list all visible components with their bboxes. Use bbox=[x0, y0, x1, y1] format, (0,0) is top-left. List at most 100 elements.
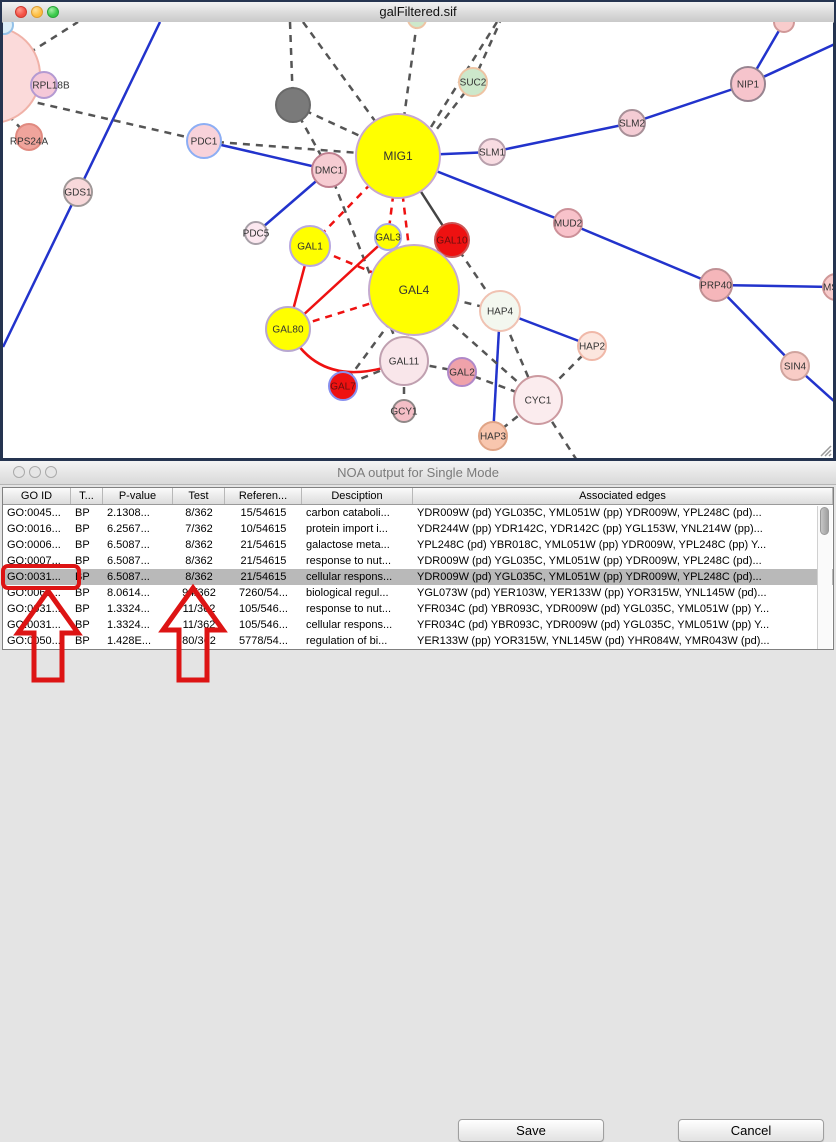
network-node-sin4[interactable] bbox=[781, 352, 809, 380]
network-node-gal11[interactable] bbox=[380, 337, 428, 385]
table-cell: YER133W (pp) YOR315W, YNL145W (pd) YHR08… bbox=[413, 633, 833, 649]
network-node-hap4[interactable] bbox=[480, 291, 520, 331]
table-row[interactable]: GO:0031...BP6.5087...8/36221/54615cellul… bbox=[3, 569, 833, 585]
table-cell: BP bbox=[71, 585, 103, 601]
scrollbar-thumb[interactable] bbox=[820, 507, 829, 535]
network-node-nip1[interactable] bbox=[731, 67, 765, 101]
table-cell: 8/362 bbox=[173, 569, 225, 585]
network-node[interactable] bbox=[276, 88, 310, 122]
table-cell: GO:0045... bbox=[3, 505, 71, 521]
table-cell: BP bbox=[71, 617, 103, 633]
table-cell: 6.5087... bbox=[103, 537, 173, 553]
table-cell: regulation of bi... bbox=[302, 633, 413, 649]
table-cell: GO:0031... bbox=[3, 601, 71, 617]
network-node-gal1[interactable] bbox=[290, 226, 330, 266]
table-cell: biological regul... bbox=[302, 585, 413, 601]
table-row[interactable]: GO:0006...BP6.5087...8/36221/54615galact… bbox=[3, 537, 833, 553]
network-edge-dash bbox=[25, 100, 204, 141]
table-cell: 15/54615 bbox=[225, 505, 302, 521]
table-row[interactable]: GO:0016...BP6.2567...7/36210/54615protei… bbox=[3, 521, 833, 537]
noa-window-titlebar: NOA output for Single Mode bbox=[0, 461, 836, 485]
network-node-hap3[interactable] bbox=[479, 422, 507, 450]
network-edge-dash bbox=[303, 22, 383, 132]
table-cell: 105/546... bbox=[225, 617, 302, 633]
network-node-gal10[interactable] bbox=[435, 223, 469, 257]
column-header-go-id[interactable]: GO ID bbox=[3, 488, 71, 504]
table-cell: GO:0031... bbox=[3, 569, 71, 585]
table-row[interactable]: GO:0031...BP1.3324...11/362105/546...cel… bbox=[3, 617, 833, 633]
network-edge-blue bbox=[492, 123, 632, 152]
network-node-mud2[interactable] bbox=[554, 209, 582, 237]
table-row[interactable]: GO:0045...BP2.1308...8/36215/54615carbon… bbox=[3, 505, 833, 521]
network-node[interactable] bbox=[408, 22, 426, 28]
table-cell: GO:0031... bbox=[3, 617, 71, 633]
table-cell: YGL073W (pd) YER103W, YER133W (pp) YOR31… bbox=[413, 585, 833, 601]
network-node-prp40[interactable] bbox=[700, 269, 732, 301]
network-node-cyc1[interactable] bbox=[514, 376, 562, 424]
table-cell: 8/362 bbox=[173, 537, 225, 553]
table-cell: 1.3324... bbox=[103, 617, 173, 633]
table-row[interactable]: GO:0007...BP6.5087...8/36221/54615respon… bbox=[3, 553, 833, 569]
network-node-gds1[interactable] bbox=[64, 178, 92, 206]
network-node-gal2[interactable] bbox=[448, 358, 476, 386]
column-header-referen-[interactable]: Referen... bbox=[225, 488, 302, 504]
column-header-test[interactable]: Test bbox=[173, 488, 225, 504]
save-button[interactable]: Save bbox=[458, 1119, 604, 1142]
network-node-msl1[interactable] bbox=[823, 274, 833, 300]
network-node-pdc1[interactable] bbox=[187, 124, 221, 158]
table-row[interactable]: GO:0050...BP1.428E...80/3625778/54...reg… bbox=[3, 633, 833, 649]
network-node-dmc1[interactable] bbox=[312, 153, 346, 187]
table-cell: BP bbox=[71, 601, 103, 617]
table-cell: response to nut... bbox=[302, 601, 413, 617]
screen: { "top_window": { "title": "galFiltered.… bbox=[0, 0, 836, 704]
table-cell: cellular respons... bbox=[302, 617, 413, 633]
vertical-scrollbar[interactable] bbox=[817, 506, 832, 650]
network-node-mig1[interactable] bbox=[356, 114, 440, 198]
column-header-associated-edges[interactable]: Associated edges bbox=[413, 488, 833, 504]
table-cell: GO:0050... bbox=[3, 633, 71, 649]
table-row[interactable]: GO:0031...BP1.3324...11/362105/546...res… bbox=[3, 601, 833, 617]
column-header-desciption[interactable]: Desciption bbox=[302, 488, 413, 504]
resize-grip-icon[interactable] bbox=[821, 446, 831, 456]
table-cell: YPL248C (pd) YBR018C, YML051W (pp) YDR00… bbox=[413, 537, 833, 553]
table-cell: 94/362 bbox=[173, 585, 225, 601]
network-node[interactable] bbox=[774, 22, 794, 32]
table-cell: response to nut... bbox=[302, 553, 413, 569]
noa-results-table: GO IDT...P-valueTestReferen...Desciption… bbox=[2, 487, 834, 650]
cancel-button[interactable]: Cancel bbox=[678, 1119, 824, 1142]
table-cell: 10/54615 bbox=[225, 521, 302, 537]
network-node-hap2[interactable] bbox=[578, 332, 606, 360]
column-header-p-value[interactable]: P-value bbox=[103, 488, 173, 504]
table-cell: GO:0016... bbox=[3, 521, 71, 537]
table-cell: YDR009W (pd) YGL035C, YML051W (pp) YDR00… bbox=[413, 569, 833, 585]
network-node-gal7[interactable] bbox=[329, 372, 357, 400]
network-window: galFiltered.sif RPL18BRPS24AGDS1PDC1DMC1… bbox=[0, 0, 836, 461]
network-node-rps24a[interactable] bbox=[16, 124, 42, 150]
network-edge-blue bbox=[204, 141, 329, 170]
column-header-t-[interactable]: T... bbox=[71, 488, 103, 504]
table-cell: 7260/54... bbox=[225, 585, 302, 601]
network-edge-blue bbox=[716, 285, 833, 287]
network-graph: RPL18BRPS24AGDS1PDC1DMC1MIG1PDC5GAL1GAL3… bbox=[3, 22, 833, 458]
table-row[interactable]: GO:0065...BP8.0614...94/3627260/54...bio… bbox=[3, 585, 833, 601]
network-node-slm2[interactable] bbox=[619, 110, 645, 136]
table-cell: 21/54615 bbox=[225, 569, 302, 585]
network-node-rpl18b[interactable] bbox=[31, 72, 57, 98]
table-cell: 1.428E... bbox=[103, 633, 173, 649]
table-cell: BP bbox=[71, 569, 103, 585]
network-node-suc2[interactable] bbox=[459, 68, 487, 96]
table-cell: 8/362 bbox=[173, 553, 225, 569]
network-node-gal4[interactable] bbox=[369, 245, 459, 335]
network-node-gal80[interactable] bbox=[266, 307, 310, 351]
network-node-slm1[interactable] bbox=[479, 139, 505, 165]
table-cell: BP bbox=[71, 553, 103, 569]
table-cell: GO:0006... bbox=[3, 537, 71, 553]
table-cell: 6.5087... bbox=[103, 553, 173, 569]
network-canvas[interactable]: RPL18BRPS24AGDS1PDC1DMC1MIG1PDC5GAL1GAL3… bbox=[3, 22, 833, 458]
table-cell: galactose meta... bbox=[302, 537, 413, 553]
network-node-pdc5[interactable] bbox=[245, 222, 267, 244]
network-node-gcy1[interactable] bbox=[393, 400, 415, 422]
network-node-gal3[interactable] bbox=[375, 224, 401, 250]
table-cell: 2.1308... bbox=[103, 505, 173, 521]
window-title: NOA output for Single Mode bbox=[0, 461, 836, 484]
